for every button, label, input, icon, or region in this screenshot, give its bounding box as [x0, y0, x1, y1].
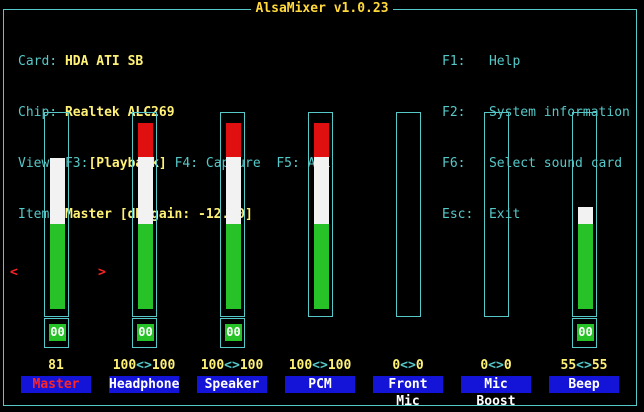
app-title: AlsaMixer v1.0.23 — [0, 1, 644, 16]
volume-bar[interactable] — [220, 112, 245, 317]
channel-name-label[interactable]: Master — [21, 376, 91, 393]
volume-value: 0<>0 — [373, 358, 443, 373]
green-level-segment — [578, 224, 593, 309]
volume-right: 55 — [591, 358, 608, 373]
white-level-segment — [226, 157, 241, 224]
channel-front-mic[interactable]: 0<>0 Front Mic — [373, 112, 443, 412]
volume-right: 0 — [503, 358, 512, 373]
channel-headphone[interactable]: 00 100<>100 Headphone — [109, 112, 179, 412]
mute-state-label: 00 — [225, 324, 242, 341]
volume-bar[interactable] — [44, 112, 69, 317]
volume-left: 81 — [48, 358, 64, 373]
volume-value: 0<>0 — [461, 358, 531, 373]
volume-bar[interactable] — [132, 112, 157, 317]
card-value: HDA ATI SB — [64, 54, 144, 69]
channel-master[interactable]: 00 81 Master — [21, 112, 91, 412]
channel-beep[interactable]: 00 55<>55 Beep — [549, 112, 619, 412]
mute-toggle[interactable]: 00 — [44, 318, 69, 348]
red-level-segment — [314, 123, 329, 157]
stereo-separator: <> — [136, 358, 152, 373]
mute-toggle[interactable]: 00 — [132, 318, 157, 348]
volume-left: 0 — [480, 358, 489, 373]
white-level-segment — [578, 207, 593, 224]
white-level-segment — [50, 158, 65, 224]
mute-toggle[interactable]: 00 — [220, 318, 245, 348]
right-arrow[interactable]: > — [98, 264, 106, 281]
volume-left: 0 — [392, 358, 401, 373]
volume-value: 55<>55 — [549, 358, 619, 373]
stereo-separator: <> — [312, 358, 328, 373]
volume-bar[interactable] — [308, 112, 333, 317]
volume-value: 81 — [21, 358, 91, 373]
red-level-segment — [226, 123, 241, 157]
channel-name-label[interactable]: Speaker — [197, 376, 267, 393]
volume-right: 100 — [327, 358, 352, 373]
volume-value: 100<>100 — [109, 358, 179, 373]
channel-name-label[interactable]: Front Mic — [373, 376, 443, 409]
volume-left: 100 — [112, 358, 137, 373]
mute-state-label: 00 — [137, 324, 154, 341]
green-level-segment — [138, 224, 153, 309]
mute-toggle[interactable]: 00 — [572, 318, 597, 348]
channel-pcm[interactable]: 100<>100 PCM — [285, 112, 355, 412]
mute-state-label: 00 — [577, 324, 594, 341]
stereo-separator: <> — [400, 358, 416, 373]
stereo-separator: <> — [488, 358, 504, 373]
channel-name-label[interactable]: Mic Boost — [461, 376, 531, 409]
stereo-separator: <> — [224, 358, 240, 373]
volume-value: 100<>100 — [197, 358, 267, 373]
volume-bar[interactable] — [484, 112, 509, 317]
title-text: AlsaMixer v1.0.23 — [251, 1, 393, 16]
volume-left: 100 — [200, 358, 225, 373]
card-label: Card: — [18, 54, 58, 69]
channel-speaker[interactable]: 00 100<>100 Speaker — [197, 112, 267, 412]
volume-left: 55 — [560, 358, 577, 373]
green-level-segment — [314, 224, 329, 309]
channel-name-label[interactable]: Headphone — [109, 376, 179, 393]
volume-right: 100 — [239, 358, 264, 373]
red-level-segment — [138, 123, 153, 157]
volume-bar[interactable] — [396, 112, 421, 317]
left-arrow[interactable]: < — [10, 264, 18, 281]
white-level-segment — [138, 157, 153, 224]
volume-right: 0 — [415, 358, 424, 373]
channel-mic-boost[interactable]: 0<>0 Mic Boost — [461, 112, 531, 412]
volume-right: 100 — [151, 358, 176, 373]
volume-left: 100 — [288, 358, 313, 373]
green-level-segment — [50, 224, 65, 309]
volume-value: 100<>100 — [285, 358, 355, 373]
help-item[interactable]: Help — [489, 54, 520, 69]
f1-key: F1: — [442, 54, 466, 69]
channel-name-label[interactable]: PCM — [285, 376, 355, 393]
green-level-segment — [226, 224, 241, 309]
stereo-separator: <> — [576, 358, 592, 373]
channel-name-label[interactable]: Beep — [549, 376, 619, 393]
mute-state-label: 00 — [49, 324, 66, 341]
white-level-segment — [314, 157, 329, 224]
volume-bar[interactable] — [572, 112, 597, 317]
